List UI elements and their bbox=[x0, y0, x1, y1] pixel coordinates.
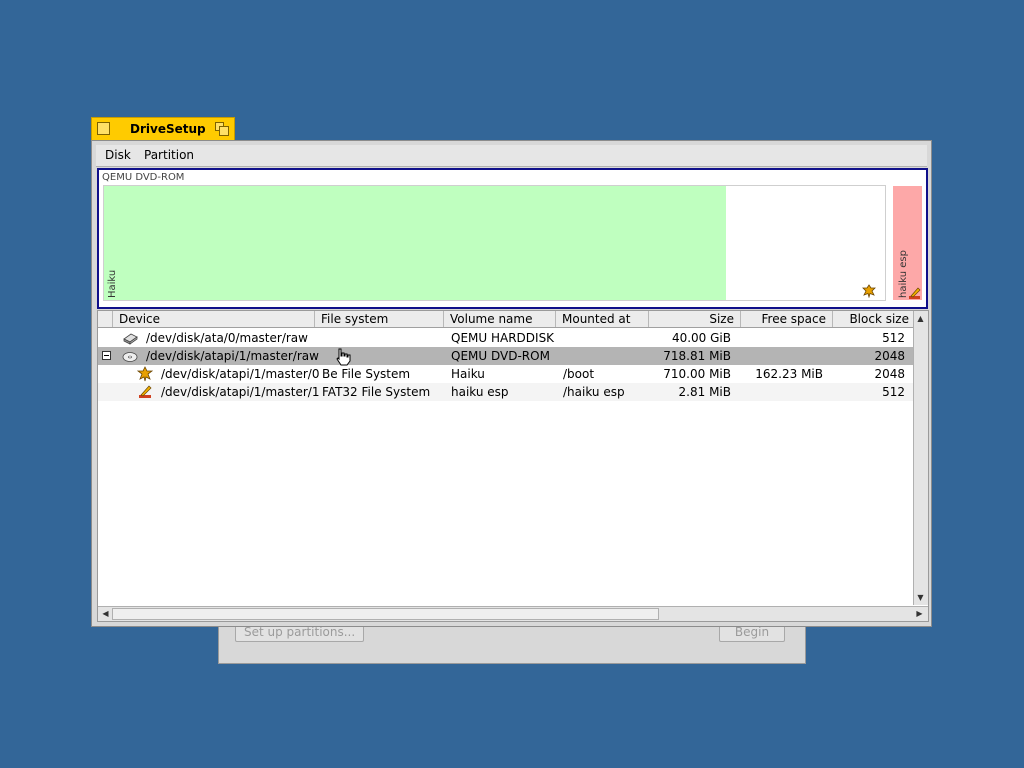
scroll-right-icon[interactable]: ▶ bbox=[913, 607, 926, 620]
scroll-up-icon[interactable]: ▲ bbox=[914, 312, 927, 325]
window-tab[interactable]: DriveSetup bbox=[91, 117, 235, 141]
device-cell: /dev/disk/ata/0/master/raw bbox=[146, 331, 308, 345]
vertical-scrollbar[interactable]: ▲ ▼ bbox=[913, 311, 928, 605]
menu-partition[interactable]: Partition bbox=[144, 148, 194, 162]
mount-cell: /haiku esp bbox=[563, 385, 625, 399]
column-device[interactable]: Device bbox=[113, 311, 315, 327]
fat-pencil-icon bbox=[139, 385, 152, 398]
scroll-down-icon[interactable]: ▼ bbox=[914, 591, 927, 604]
menu-disk[interactable]: Disk bbox=[105, 148, 131, 162]
cdrom-icon bbox=[122, 352, 138, 362]
disk-map[interactable]: QEMU DVD-ROM Haiku haiku esp bbox=[97, 168, 928, 309]
fs-cell: FAT32 File System bbox=[322, 385, 431, 399]
block-cell: 512 bbox=[882, 331, 905, 345]
table-row[interactable]: /dev/disk/ata/0/master/raw QEMU HARDDISK… bbox=[98, 329, 915, 347]
collapse-icon[interactable] bbox=[102, 351, 111, 360]
horizontal-scrollbar[interactable]: ◀ ▶ bbox=[98, 606, 928, 621]
device-cell: /dev/disk/atapi/1/master/1 bbox=[161, 385, 320, 399]
device-cell: /dev/disk/atapi/1/master/0 bbox=[161, 367, 320, 381]
zoom-icon[interactable] bbox=[215, 122, 229, 136]
horizontal-scroll-thumb[interactable] bbox=[112, 608, 659, 620]
scroll-left-icon[interactable]: ◀ bbox=[99, 607, 112, 620]
column-block-size[interactable]: Block size bbox=[833, 311, 915, 327]
disk-map-title: QEMU DVD-ROM bbox=[102, 172, 185, 183]
fat-pencil-icon bbox=[909, 287, 921, 299]
volume-cell: haiku esp bbox=[451, 385, 509, 399]
volume-cell: QEMU DVD-ROM bbox=[451, 349, 550, 363]
table-row[interactable]: /dev/disk/atapi/1/master/1 FAT32 File Sy… bbox=[98, 383, 915, 401]
partition-list[interactable]: Device File system Volume name Mounted a… bbox=[97, 310, 929, 622]
size-cell: 40.00 GiB bbox=[671, 331, 731, 345]
table-row[interactable]: /dev/disk/atapi/1/master/0 Be File Syste… bbox=[98, 365, 915, 383]
free-cell: 162.23 MiB bbox=[755, 367, 823, 381]
volume-cell: Haiku bbox=[451, 367, 485, 381]
hand-cursor-icon bbox=[336, 348, 351, 366]
table-row-selected[interactable]: /dev/disk/atapi/1/master/raw QEMU DVD-RO… bbox=[98, 347, 915, 365]
column-mounted-at[interactable]: Mounted at bbox=[556, 311, 649, 327]
list-header: Device File system Volume name Mounted a… bbox=[98, 311, 915, 328]
size-cell: 718.81 MiB bbox=[663, 349, 731, 363]
column-free-space[interactable]: Free space bbox=[741, 311, 833, 327]
column-volume-name[interactable]: Volume name bbox=[444, 311, 556, 327]
close-icon[interactable] bbox=[97, 122, 110, 135]
block-cell: 2048 bbox=[874, 349, 905, 363]
partition-haiku-label: Haiku bbox=[107, 269, 118, 298]
block-cell: 512 bbox=[882, 385, 905, 399]
menu-bar: Disk Partition bbox=[96, 145, 927, 167]
column-file-system[interactable]: File system bbox=[315, 311, 444, 327]
drivesetup-window: Disk Partition QEMU DVD-ROM Haiku haiku … bbox=[91, 140, 932, 627]
partition-haiku[interactable]: Haiku bbox=[104, 186, 726, 300]
column-size[interactable]: Size bbox=[649, 311, 741, 327]
harddisk-icon bbox=[123, 333, 138, 345]
bfs-leaf-icon bbox=[862, 284, 876, 298]
size-cell: 710.00 MiB bbox=[663, 367, 731, 381]
partition-haiku-esp[interactable]: haiku esp bbox=[893, 186, 922, 300]
device-cell: /dev/disk/atapi/1/master/raw bbox=[146, 349, 319, 363]
window-title: DriveSetup bbox=[130, 122, 206, 136]
block-cell: 2048 bbox=[874, 367, 905, 381]
size-cell: 2.81 MiB bbox=[678, 385, 731, 399]
fs-cell: Be File System bbox=[322, 367, 411, 381]
partition-free-space[interactable] bbox=[726, 186, 884, 300]
mount-cell: /boot bbox=[563, 367, 595, 381]
bfs-leaf-icon bbox=[137, 366, 153, 382]
volume-cell: QEMU HARDDISK bbox=[451, 331, 555, 345]
